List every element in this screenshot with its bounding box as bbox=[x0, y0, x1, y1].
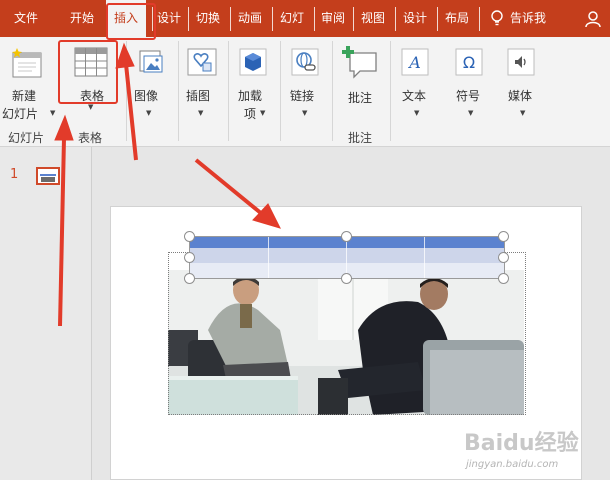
group-separator bbox=[332, 41, 333, 141]
new-slide-label-line1: 新建 bbox=[12, 89, 37, 103]
symbols-button[interactable]: Ω 符号 ▼ bbox=[446, 41, 492, 123]
resize-handle-top-left[interactable] bbox=[184, 231, 195, 242]
resize-handle-top-right[interactable] bbox=[498, 231, 509, 242]
thumbnail-preview-icon bbox=[40, 174, 56, 182]
link-icon bbox=[291, 48, 319, 76]
chevron-down-icon: ▼ bbox=[468, 109, 474, 117]
tab-table-design[interactable]: 设计 bbox=[395, 0, 435, 37]
tab-home[interactable]: 开始 bbox=[60, 0, 104, 37]
resize-handle-bottom-right[interactable] bbox=[498, 273, 509, 284]
text-button[interactable]: A 文本 ▼ bbox=[394, 41, 440, 123]
comment-button[interactable]: 批注 bbox=[336, 41, 386, 107]
chevron-down-icon: ▼ bbox=[88, 103, 94, 111]
chevron-down-icon: ▼ bbox=[414, 109, 420, 117]
tab-design[interactable]: 设计 bbox=[152, 0, 186, 37]
addins-label-line1: 加载 bbox=[238, 89, 263, 103]
svg-text:A: A bbox=[407, 53, 421, 72]
highlight-table-button bbox=[58, 40, 118, 104]
resize-handle-middle-right[interactable] bbox=[498, 252, 509, 263]
watermark-url: jingyan.baidu.com bbox=[466, 459, 559, 470]
tab-review[interactable]: 审阅 bbox=[314, 0, 352, 37]
chevron-down-icon: ▼ bbox=[50, 109, 56, 117]
links-button[interactable]: 链接 ▼ bbox=[284, 41, 328, 123]
resize-handle-bottom-left[interactable] bbox=[184, 273, 195, 284]
chevron-down-icon: ▼ bbox=[146, 109, 152, 117]
links-label: 链接 bbox=[290, 89, 315, 103]
speaker-icon bbox=[507, 48, 535, 76]
new-slide-icon bbox=[12, 48, 42, 78]
tell-me-search[interactable]: 告诉我 bbox=[510, 0, 546, 37]
omega-icon: Ω bbox=[455, 48, 483, 76]
svg-text:Ω: Ω bbox=[463, 53, 475, 72]
tab-transitions[interactable]: 切换 bbox=[188, 0, 228, 37]
slide-number: 1 bbox=[10, 167, 19, 182]
resize-handle-top-middle[interactable] bbox=[341, 231, 352, 242]
group-separator bbox=[390, 41, 391, 141]
baidu-watermark-logo: Baidu经验 bbox=[464, 430, 579, 456]
group-separator bbox=[228, 41, 229, 141]
chevron-down-icon: ▼ bbox=[520, 109, 526, 117]
addins-button[interactable]: 加载 项 ▼ bbox=[232, 41, 276, 123]
group-label-tables: 表格 bbox=[78, 131, 103, 145]
new-slide-button[interactable]: 新建 幻灯片 ▼ bbox=[2, 41, 56, 123]
text-icon: A bbox=[401, 48, 429, 76]
illustrations-button[interactable]: 插图 ▼ bbox=[182, 41, 224, 123]
tab-animations[interactable]: 动画 bbox=[230, 0, 270, 37]
text-label: 文本 bbox=[402, 89, 427, 103]
lightbulb-icon bbox=[491, 10, 503, 26]
group-separator bbox=[280, 41, 281, 141]
group-separator bbox=[178, 41, 179, 141]
group-separator bbox=[126, 41, 127, 141]
tab-table-layout[interactable]: 布局 bbox=[437, 0, 477, 37]
comment-label: 批注 bbox=[348, 91, 373, 105]
media-label: 媒体 bbox=[508, 89, 533, 103]
media-button[interactable]: 媒体 ▼ bbox=[498, 41, 544, 123]
highlight-insert-tab bbox=[106, 3, 156, 40]
images-button[interactable]: 图像 ▼ bbox=[130, 41, 172, 123]
slide-thumbnail[interactable] bbox=[36, 167, 60, 185]
addins-icon bbox=[239, 48, 267, 76]
resize-handle-bottom-middle[interactable] bbox=[341, 273, 352, 284]
tab-separator bbox=[479, 7, 480, 31]
group-label-comments: 批注 bbox=[348, 131, 373, 145]
comment-icon bbox=[342, 46, 377, 79]
slide-thumbnail-pane: 1 bbox=[0, 147, 92, 480]
user-icon[interactable] bbox=[584, 9, 604, 29]
svg-text:Baidu经验: Baidu经验 bbox=[464, 430, 579, 456]
tab-slideshow[interactable]: 幻灯 bbox=[272, 0, 312, 37]
symbols-label: 符号 bbox=[456, 89, 481, 103]
addins-label-line2: 项 bbox=[244, 107, 257, 121]
tab-file[interactable]: 文件 bbox=[4, 0, 48, 37]
shapes-icon bbox=[187, 48, 217, 76]
images-label: 图像 bbox=[134, 89, 159, 103]
images-icon bbox=[139, 50, 163, 73]
resize-handle-middle-left[interactable] bbox=[184, 252, 195, 263]
illustrations-label: 插图 bbox=[186, 89, 211, 103]
ribbon-tab-bar: 文件 开始 插入 设计 切换 动画 幻灯 审阅 视图 设计 布局 告诉我 bbox=[0, 0, 610, 37]
chevron-down-icon: ▼ bbox=[302, 109, 308, 117]
chevron-down-icon: ▼ bbox=[260, 109, 266, 117]
group-label-slides: 幻灯片 bbox=[8, 131, 45, 145]
tab-view[interactable]: 视图 bbox=[353, 0, 393, 37]
new-slide-label-line2: 幻灯片 bbox=[2, 107, 39, 121]
chevron-down-icon: ▼ bbox=[198, 109, 204, 117]
